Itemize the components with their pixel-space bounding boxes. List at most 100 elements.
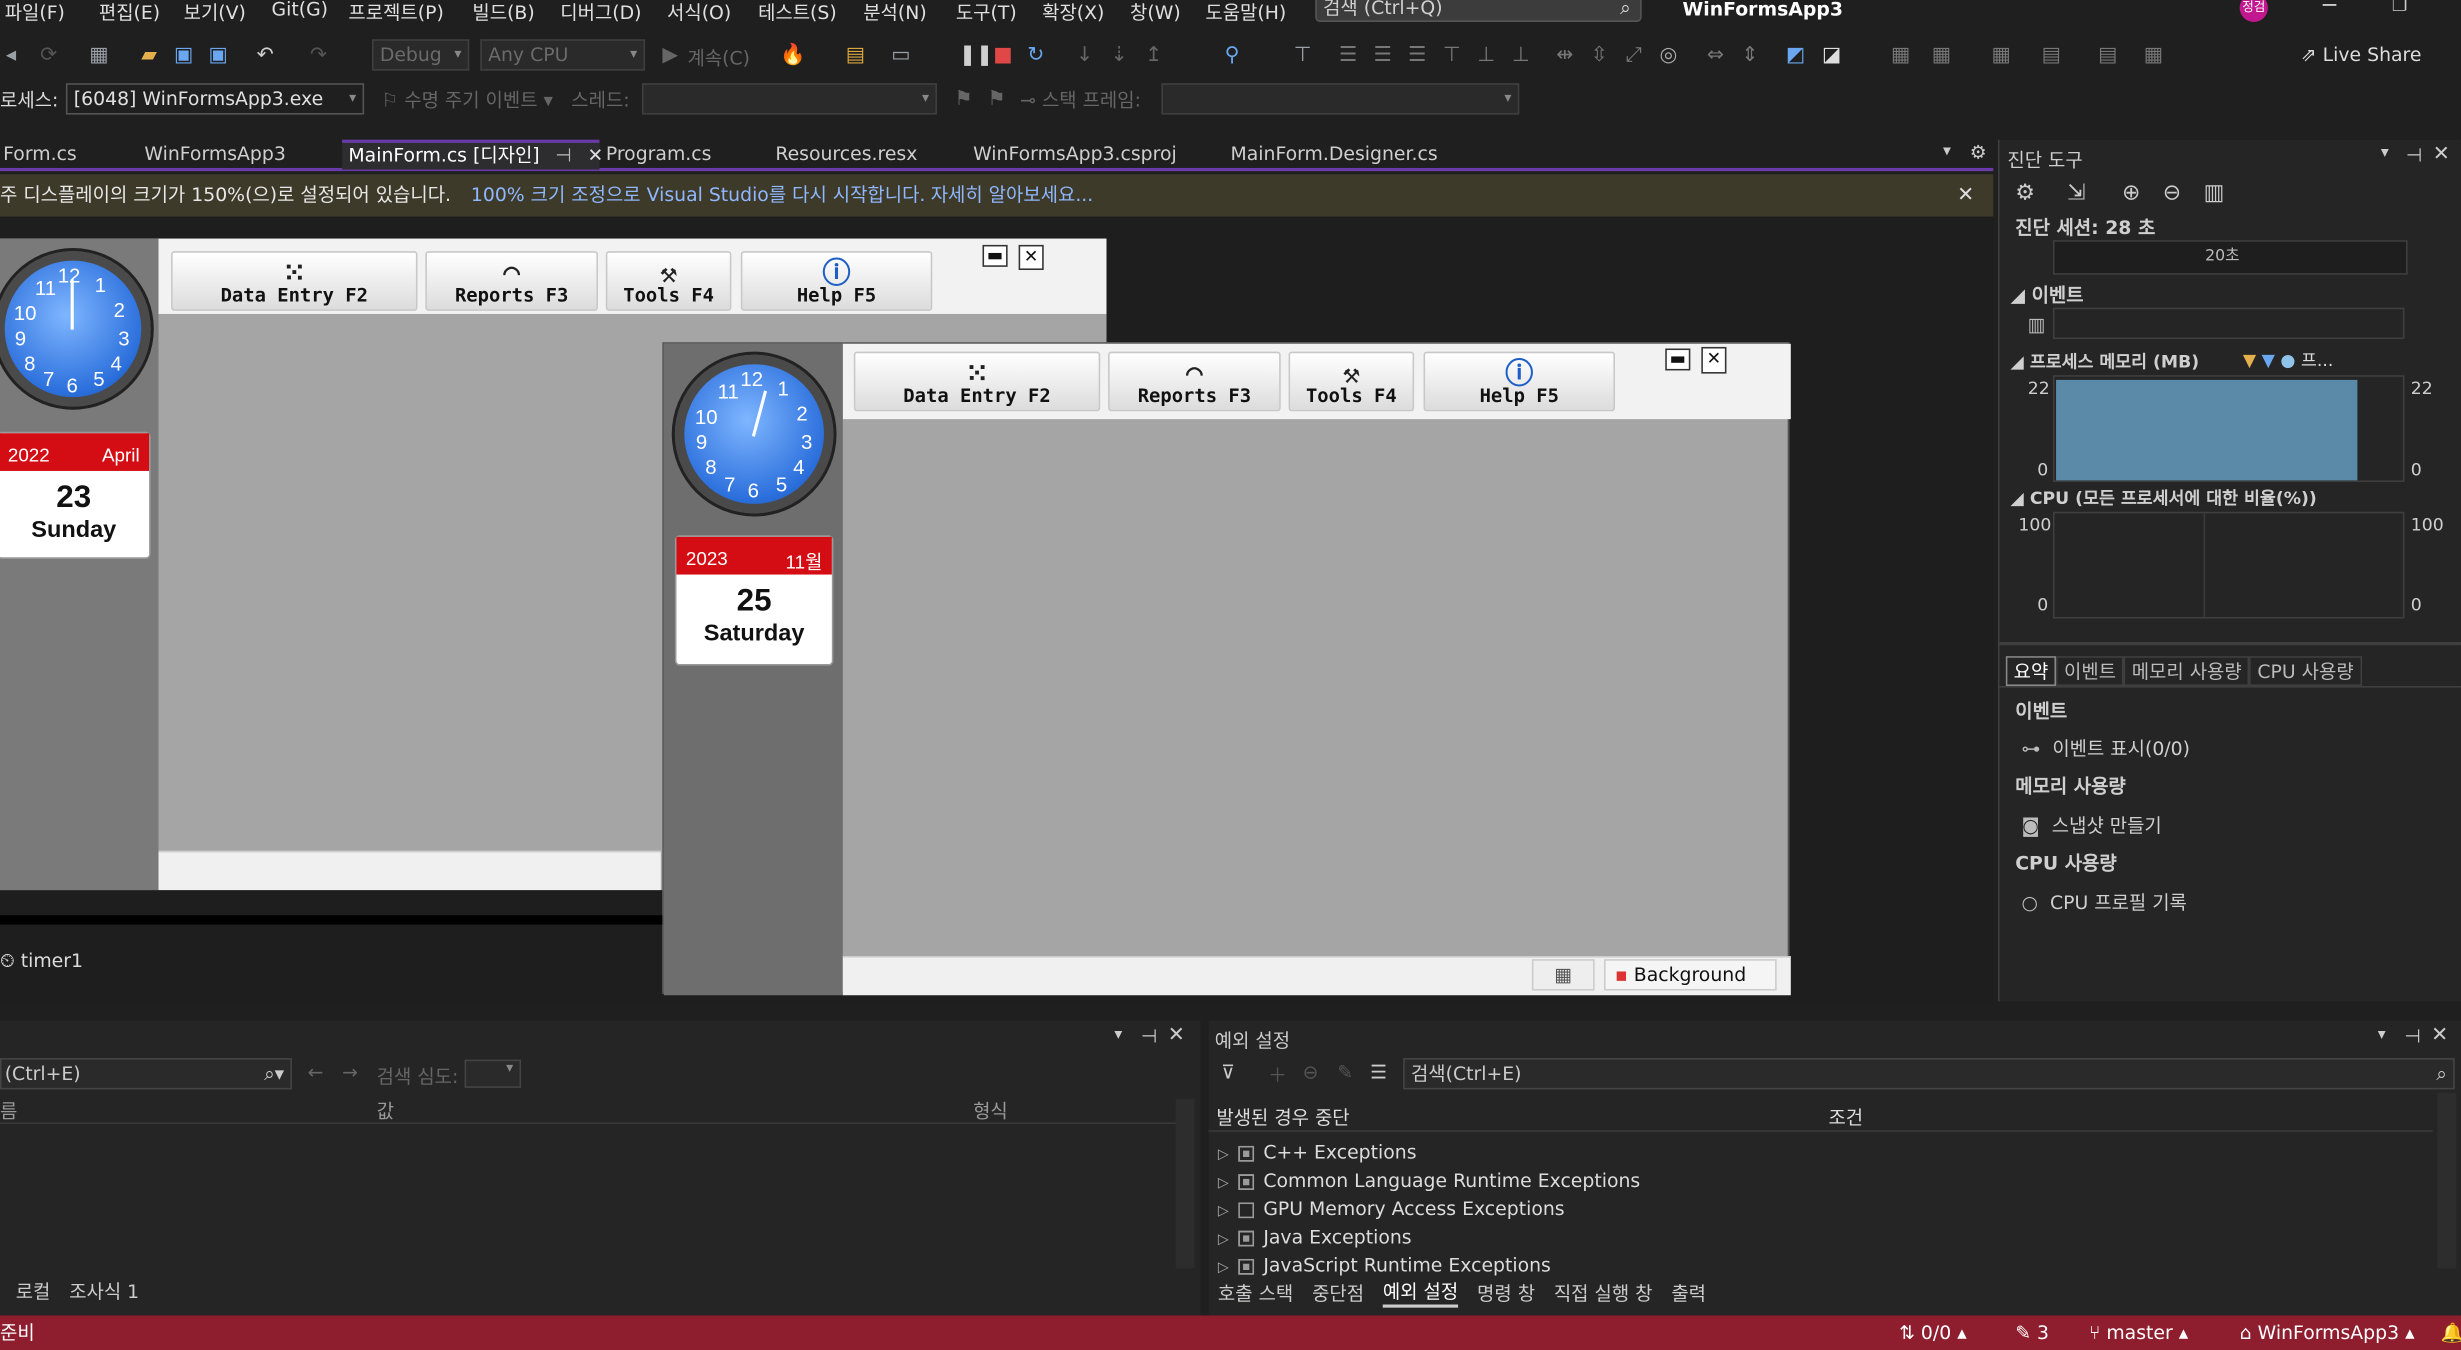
global-search-input[interactable]: 검색 (Ctrl+Q) ⌕ xyxy=(1315,0,1642,22)
align-left-icon[interactable]: ☰ xyxy=(1337,45,1359,68)
save-all-icon[interactable]: ▣ xyxy=(207,45,229,68)
save-icon[interactable]: ▣ xyxy=(173,45,195,68)
col-break-when-thrown[interactable]: 발생된 경우 중단 xyxy=(1216,1104,1349,1131)
restart-link[interactable]: 100% 크기 조정으로 Visual Studio를 다시 시작합니다. xyxy=(471,174,926,216)
expand-icon[interactable]: ▷ xyxy=(1218,1176,1229,1192)
pin-icon[interactable]: ⊤ xyxy=(1292,45,1314,68)
subtab-cpu[interactable]: CPU 사용량 xyxy=(2249,656,2362,687)
close-back-icon[interactable]: ✕ xyxy=(1018,244,1044,271)
exception-row[interactable]: ▷ Common Language Runtime Exceptions xyxy=(1218,1166,2427,1194)
continue-icon[interactable]: ▶ xyxy=(659,45,681,68)
exception-row[interactable]: ▷ Java Exceptions xyxy=(1218,1223,2427,1251)
grid-icon[interactable]: ◎ xyxy=(1657,45,1679,68)
align-right-icon[interactable]: ☰ xyxy=(1406,45,1428,68)
tools-button[interactable]: ⚒ Tools F4 xyxy=(1288,351,1415,412)
menu-project[interactable]: 프로젝트(P) xyxy=(348,0,443,25)
tab-immediate-window[interactable]: 직접 실행 창 xyxy=(1554,1279,1653,1306)
col-name[interactable]: 름 xyxy=(0,1097,17,1124)
branch-selector[interactable]: ⑂ master ▴ xyxy=(2089,1315,2188,1350)
tab-mainform-designer[interactable]: MainForm.cs [디자인] ⊣ ✕ xyxy=(342,139,603,170)
add-exception-icon[interactable]: ＋ xyxy=(1268,1061,1287,1088)
subtab-summary[interactable]: 요약 xyxy=(2005,656,2057,687)
exceptions-close-icon[interactable]: ✕ xyxy=(2431,1024,2448,1048)
lifecycle-events-button[interactable]: ⚐ 수명 주기 이벤트 ▾ xyxy=(381,86,553,113)
continue-button[interactable]: 계속(C) xyxy=(687,44,750,71)
tab-exception-settings[interactable]: 예외 설정 xyxy=(1382,1278,1459,1308)
restart-icon[interactable]: ↻ xyxy=(1025,45,1047,68)
align-middle-icon[interactable]: ⊥ xyxy=(1475,45,1497,68)
minimize-back-icon[interactable]: ▬ xyxy=(982,244,1008,267)
exception-row[interactable]: ▷ JavaScript Runtime Exceptions xyxy=(1218,1251,2427,1279)
restore-window-icon[interactable]: ❐ xyxy=(2392,0,2407,16)
exception-checkbox[interactable] xyxy=(1238,1258,1254,1274)
diag-close-icon[interactable]: ✕ xyxy=(2433,143,2450,167)
table2-icon[interactable]: ▦ xyxy=(2142,45,2164,68)
pin-tab-icon[interactable]: ⊣ xyxy=(555,144,571,166)
back-icon[interactable]: ◂ xyxy=(0,45,22,68)
hot-reload-icon[interactable]: 🔥 xyxy=(780,45,805,68)
layout-icon[interactable]: ▭ xyxy=(890,45,912,68)
same-height-icon[interactable]: ⇳ xyxy=(1588,45,1610,68)
data-entry-button-back[interactable]: ⁙ Data Entry F2 xyxy=(171,251,418,311)
tab-order-icon[interactable]: ▦ xyxy=(1890,45,1912,68)
undo-icon[interactable]: ↶ xyxy=(254,45,276,68)
zoom-in-icon[interactable]: ⊕ xyxy=(2122,181,2140,206)
new-project-icon[interactable]: ▦ xyxy=(88,45,110,68)
timer-component[interactable]: ⏲ timer1 xyxy=(0,950,83,974)
help-button[interactable]: ⓘ Help F5 xyxy=(1423,351,1616,412)
align-top-icon[interactable]: ⊤ xyxy=(1441,45,1463,68)
col-type[interactable]: 형식 xyxy=(973,1097,1008,1124)
tab-breakpoints[interactable]: 중단점 xyxy=(1312,1279,1364,1306)
tab-locals[interactable]: 로컬 xyxy=(16,1278,51,1305)
menu-extensions[interactable]: 확장(X) xyxy=(1042,0,1104,25)
menu-git[interactable]: Git(G) xyxy=(272,0,329,20)
restore-defaults-icon[interactable]: ☰ xyxy=(1370,1061,1387,1083)
menu-build[interactable]: 빌드(B) xyxy=(472,0,534,25)
locals-search-input[interactable]: (Ctrl+E) ⌕▾ xyxy=(0,1058,292,1090)
exceptions-pin-icon[interactable]: ⊣ xyxy=(2404,1025,2420,1047)
background-button[interactable]: ▪ Background xyxy=(1604,959,1777,991)
tab-watch[interactable]: 조사식 1 xyxy=(69,1278,139,1305)
pause-events-icon[interactable]: ▥ xyxy=(2028,314,2046,336)
repo-selector[interactable]: ⌂ WinFormsApp3 ▴ xyxy=(2240,1315,2415,1350)
subtab-memory[interactable]: 메모리 사용량 xyxy=(2123,656,2250,687)
memory-header[interactable]: ◢ 프로세스 메모리 (MB) xyxy=(2011,348,2200,373)
table-icon[interactable]: ▦ xyxy=(1990,45,2012,68)
stop-icon[interactable]: ■ xyxy=(992,45,1014,68)
search-back-icon[interactable]: ← xyxy=(308,1061,324,1083)
chart-icon[interactable]: ▥ xyxy=(2204,181,2225,206)
events-header[interactable]: ◢ 이벤트 xyxy=(2011,281,2084,308)
show-events-link[interactable]: ⊶ 이벤트 표시(0/0) xyxy=(2022,735,2190,762)
edit-condition-icon[interactable]: ✎ xyxy=(1337,1061,1353,1083)
menu-debug[interactable]: 디버그(D) xyxy=(560,0,641,25)
diagnostics-icon[interactable]: ⚲ xyxy=(1221,45,1243,68)
step-out-icon[interactable]: ↥ xyxy=(1143,45,1165,68)
stackframe-dropdown[interactable]: ▾ xyxy=(1161,83,1520,115)
tab-winformsapp3[interactable]: WinFormsApp3 xyxy=(138,140,342,170)
subtab-events[interactable]: 이벤트 xyxy=(2056,656,2124,687)
tab-settings-icon[interactable]: ⚙ xyxy=(1970,141,1987,163)
expand-icon[interactable]: ▷ xyxy=(1218,1204,1229,1220)
learn-more-link[interactable]: 자세히 알아보세요... xyxy=(931,174,1094,216)
thread-dropdown[interactable]: ▾ xyxy=(641,83,937,115)
diag-settings-icon[interactable]: ⚙ xyxy=(2015,181,2035,206)
menu-test[interactable]: 테스트(S) xyxy=(758,0,837,25)
align-bottom-icon[interactable]: ⊥ xyxy=(1510,45,1532,68)
step-over-icon[interactable]: ↓ xyxy=(1074,45,1096,68)
exception-checkbox[interactable] xyxy=(1238,1173,1254,1190)
close-infobar-icon[interactable]: ✕ xyxy=(1957,174,1974,216)
menu-analyze[interactable]: 분석(N) xyxy=(863,0,926,25)
help-button-back[interactable]: ⓘ Help F5 xyxy=(740,251,933,311)
flag-all-icon[interactable]: ⚑ xyxy=(986,89,1008,111)
search-forward-icon[interactable]: → xyxy=(342,1061,358,1083)
same-size-icon[interactable]: ⤢ xyxy=(1623,45,1645,68)
diag-pin-icon[interactable]: ⊣ xyxy=(2406,144,2422,166)
process-dropdown[interactable]: [6048] WinFormsApp3.exe ▾ xyxy=(65,83,365,115)
exceptions-scrollbar[interactable] xyxy=(2437,1092,2457,1269)
menu-format[interactable]: 서식(O) xyxy=(667,0,731,25)
menu-edit[interactable]: 편집(E) xyxy=(99,0,160,25)
menu-tools[interactable]: 도구(T) xyxy=(956,0,1017,25)
notifications-icon[interactable]: 🔔 xyxy=(2441,1315,2461,1350)
tab-mainform-designer-cs[interactable]: MainForm.Designer.cs xyxy=(1224,140,1475,170)
bring-front-icon[interactable]: ◩ xyxy=(1785,45,1807,68)
